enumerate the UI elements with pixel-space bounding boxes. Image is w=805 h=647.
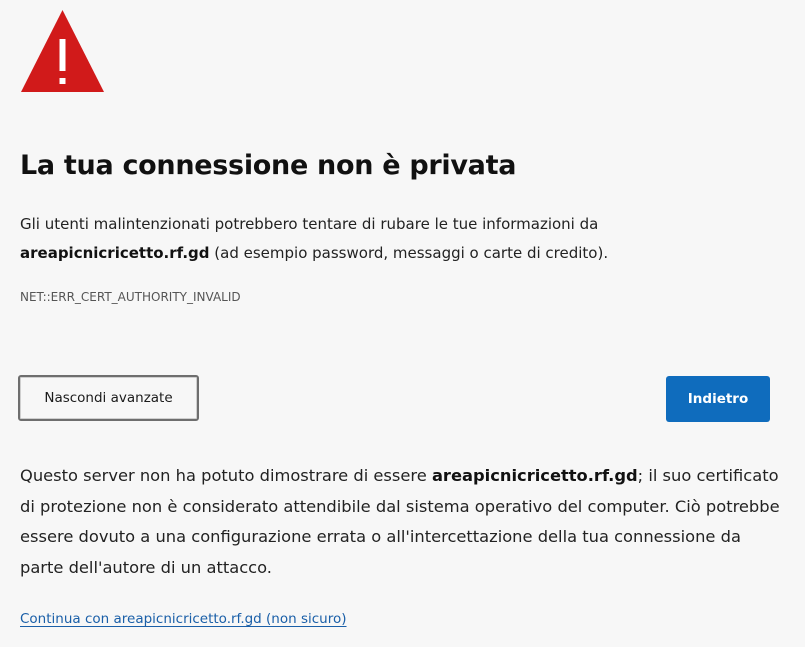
summary-text-after: (ad esempio password, messaggi o carte d…: [209, 244, 609, 262]
hide-advanced-button[interactable]: Nascondi avanzate: [18, 375, 199, 421]
page-title: La tua connessione non è privata: [20, 150, 517, 181]
details-text-before: Questo server non ha potuto dimostrare d…: [20, 466, 432, 485]
error-code: NET::ERR_CERT_AUTHORITY_INVALID: [20, 290, 241, 304]
summary-text: Gli utenti malintenzionati potrebbero te…: [20, 210, 760, 268]
warning-triangle-icon: [21, 10, 104, 92]
advanced-details-text: Questo server non ha potuto dimostrare d…: [20, 461, 785, 583]
details-host: areapicnicricetto.rf.gd: [431, 466, 638, 485]
summary-text-before: Gli utenti malintenzionati potrebbero te…: [20, 215, 599, 233]
back-button[interactable]: Indietro: [666, 376, 770, 422]
summary-host: areapicnicricetto.rf.gd: [20, 244, 210, 262]
continue-unsafe-link[interactable]: Continua con areapicnicricetto.rf.gd (no…: [20, 611, 347, 627]
